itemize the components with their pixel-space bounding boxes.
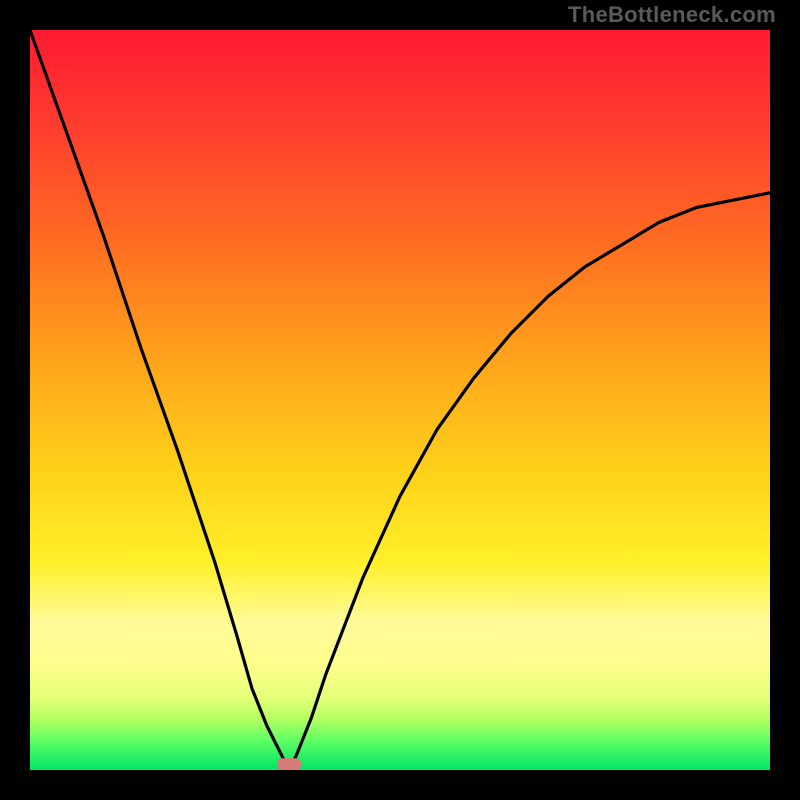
bottleneck-curve-svg [30,30,770,770]
bottleneck-curve-line [30,30,770,770]
watermark-text: TheBottleneck.com [568,2,776,28]
optimal-point-marker [277,758,301,770]
chart-frame: TheBottleneck.com [0,0,800,800]
plot-area [30,30,770,770]
